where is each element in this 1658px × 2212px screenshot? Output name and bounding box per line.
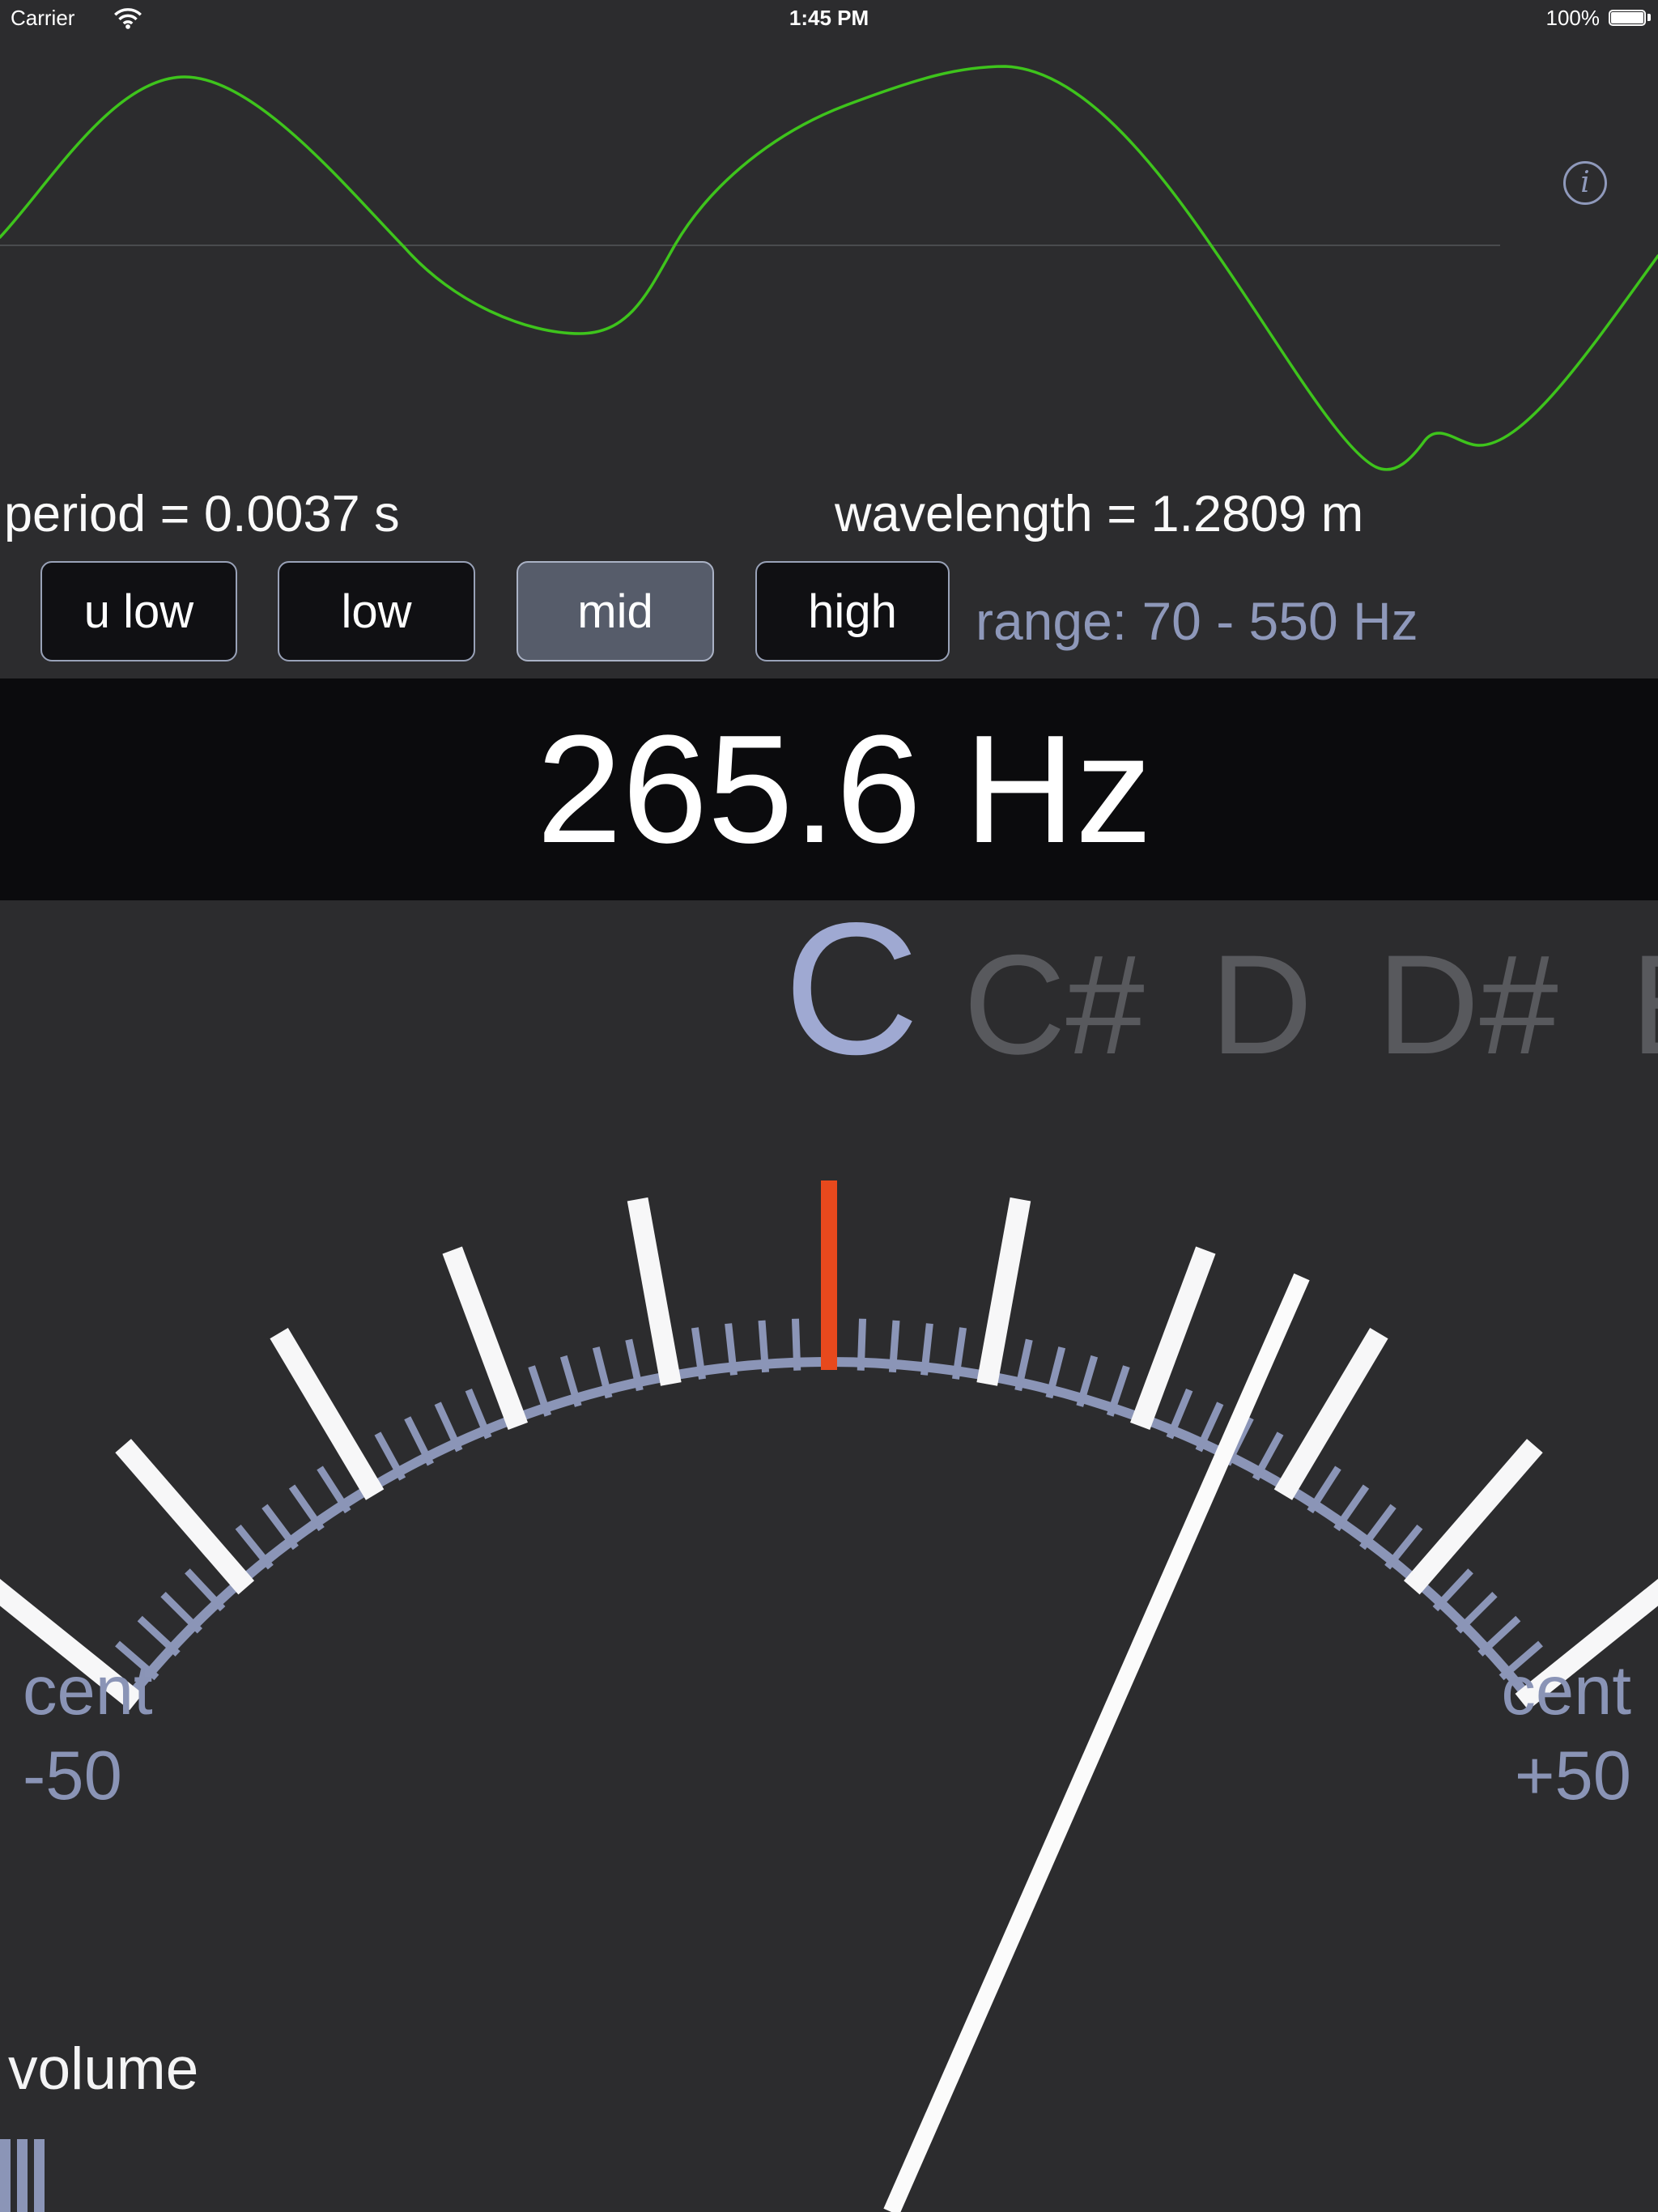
gauge-major-tick — [453, 1250, 518, 1426]
gauge-major-tick — [1283, 1334, 1380, 1495]
note-e: E — [1630, 934, 1658, 1076]
waveform-trace — [0, 66, 1658, 470]
battery-icon — [1609, 10, 1646, 26]
volume-bar — [34, 2139, 45, 2212]
note-csharp: C# — [963, 934, 1145, 1076]
range-button-high[interactable]: high — [755, 561, 950, 661]
range-button-mid-label: mid — [577, 585, 653, 639]
range-button-low-label: low — [341, 585, 411, 639]
volume-bar — [0, 2139, 11, 2212]
gauge-major-tick — [987, 1199, 1020, 1384]
range-button-ulow[interactable]: u low — [40, 561, 237, 661]
gauge-major-tick — [123, 1446, 246, 1588]
note-d: D — [1210, 934, 1312, 1076]
status-bar: Carrier 1:45 PM 100% — [0, 0, 1658, 36]
volume-label: volume — [8, 2040, 198, 2099]
range-button-low[interactable]: low — [278, 561, 475, 661]
range-button-high-label: high — [808, 585, 897, 639]
volume-meter — [0, 2139, 97, 2212]
gauge-major-tick — [279, 1334, 376, 1495]
info-icon: i — [1580, 168, 1590, 198]
frequency-readout: 265.6 Hz — [0, 678, 1658, 900]
gauge-major-tick — [638, 1199, 671, 1384]
gauge-arc — [130, 1362, 1528, 1697]
period-readout: period = 0.0037 s — [4, 489, 400, 540]
wavelength-readout: wavelength = 1.2809 m — [835, 489, 1363, 540]
note-dsharp: D# — [1377, 934, 1558, 1076]
range-readout: range: 70 - 550 Hz — [976, 594, 1418, 648]
range-button-mid[interactable]: mid — [517, 561, 714, 661]
frequency-band: 265.6 Hz — [0, 678, 1658, 900]
clock: 1:45 PM — [0, 6, 1658, 31]
gauge-major-tick — [1412, 1446, 1535, 1588]
volume-bar — [17, 2139, 28, 2212]
range-button-ulow-label: u low — [84, 585, 193, 639]
note-c: C — [784, 895, 920, 1083]
battery-icon-nub — [1647, 14, 1651, 21]
info-button[interactable]: i — [1563, 161, 1607, 205]
cent-scale-left-label: cent -50 — [23, 1648, 153, 1819]
waveform-plot — [0, 36, 1658, 489]
battery-percent: 100% — [1546, 6, 1601, 31]
gauge-major-tick — [1140, 1250, 1205, 1426]
cent-scale-right-label: cent +50 — [1501, 1648, 1631, 1819]
tuner-gauge — [0, 1134, 1658, 2212]
gauge-needle — [891, 1277, 1302, 2212]
